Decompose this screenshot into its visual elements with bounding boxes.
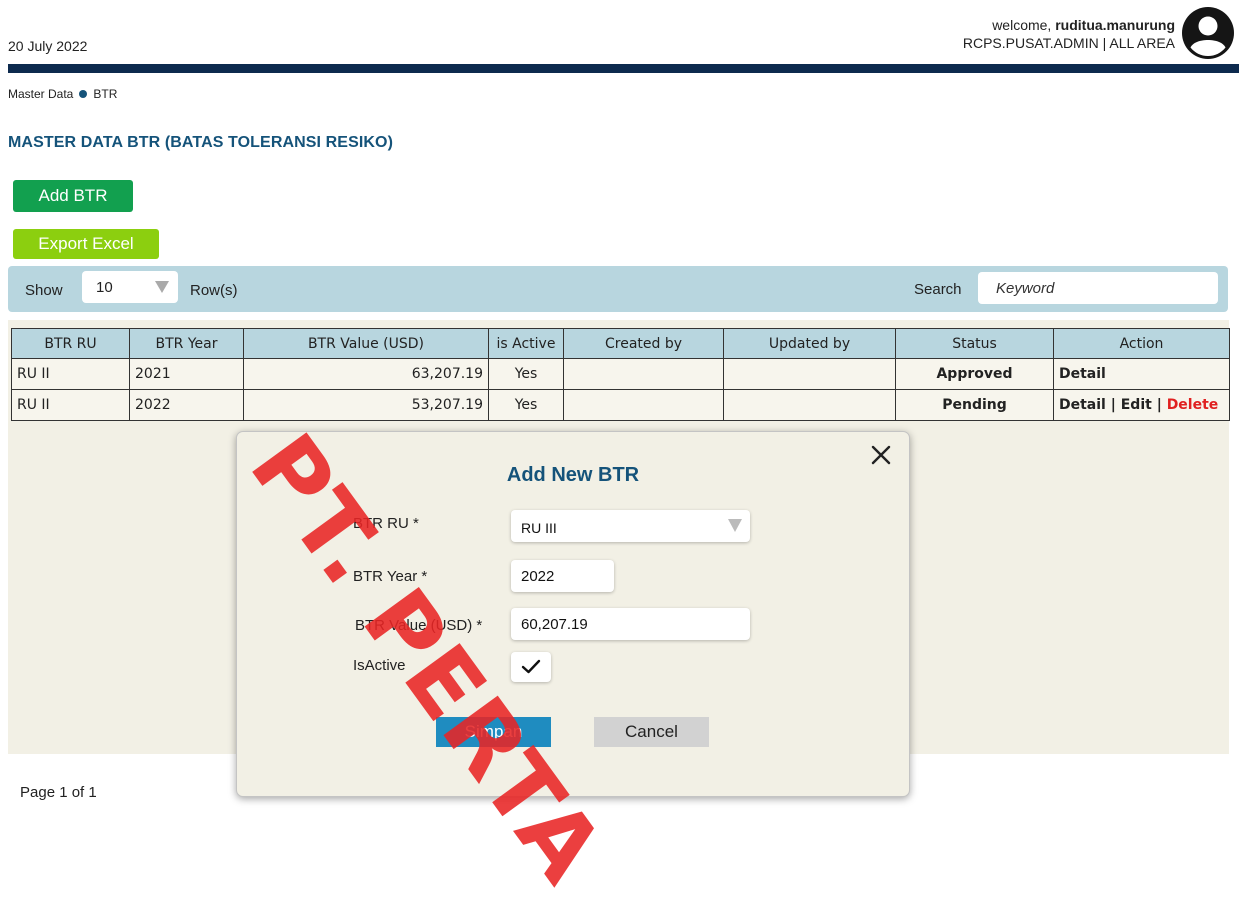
column-header-updated-by[interactable]: Updated by [723,328,896,359]
status-badge: Pending [895,389,1054,421]
detail-link[interactable]: Detail [1059,397,1106,413]
add-btr-modal: Add New BTR BTR RU * RU III BTR Year * B… [236,431,910,797]
page-title: MASTER DATA BTR (BATAS TOLERANSI RESIKO) [8,134,394,151]
cell-btr-value: 63,207.19 [243,358,489,390]
is-active-checkbox[interactable] [511,652,551,682]
cell-created-by [563,389,724,421]
user-role: RCPS.PUSAT.ADMIN | ALL AREA [962,35,1175,51]
column-header-action: Action [1053,328,1230,359]
export-excel-button[interactable]: Export Excel [13,229,159,259]
btr-table: BTR RU BTR Year BTR Value (USD) is Activ… [11,328,1230,421]
delete-link[interactable]: Delete [1167,397,1219,413]
rows-label: Row(s) [190,282,238,299]
welcome-text: welcome, [992,17,1052,33]
show-label: Show [25,282,63,299]
btr-ru-label: BTR RU * [353,515,419,532]
is-active-label: IsActive [353,657,406,674]
breadcrumb-separator-icon [79,90,88,98]
breadcrumb-root[interactable]: Master Data [8,87,73,101]
cell-updated-by [723,389,896,421]
action-separator: | [1156,397,1162,413]
btr-value-input[interactable] [511,608,750,640]
checkmark-icon [521,659,541,674]
cell-actions: Detail [1053,358,1230,390]
cell-btr-ru: RU II [11,358,130,390]
table-header-row: BTR RU BTR Year BTR Value (USD) is Activ… [11,328,1230,359]
current-date: 20 July 2022 [8,38,88,54]
column-header-is-active[interactable]: is Active [488,328,564,359]
cell-actions: Detail | Edit | Delete [1053,389,1230,421]
btr-year-input[interactable] [511,560,614,592]
btr-year-label: BTR Year * [353,568,428,585]
dropdown-arrow-icon [728,519,742,532]
username: ruditua.manurung [1055,17,1175,33]
column-header-status[interactable]: Status [895,328,1054,359]
action-separator: | [1110,397,1116,413]
header-bar [8,64,1239,73]
pagination-info: Page 1 of 1 [20,784,97,801]
close-icon[interactable] [870,444,892,466]
column-header-btr-ru[interactable]: BTR RU [11,328,130,359]
column-header-btr-year[interactable]: BTR Year [129,328,244,359]
cell-is-active: Yes [488,389,564,421]
cell-updated-by [723,358,896,390]
breadcrumb-current: BTR [93,87,118,101]
btr-value-label: BTR Value (USD) * [355,617,483,634]
modal-title: Add New BTR [506,464,640,486]
edit-link[interactable]: Edit [1121,397,1152,413]
table-toolbar: Show 10 Row(s) Search [8,266,1228,312]
save-button[interactable]: Simpan [436,717,551,747]
user-circle-icon[interactable] [1181,6,1235,60]
rows-per-page-value: 10 [96,279,113,296]
column-header-btr-value[interactable]: BTR Value (USD) [243,328,489,359]
table-row: RU II 2022 53,207.19 Yes Pending Detail … [11,389,1230,421]
rows-per-page-select[interactable]: 10 [82,271,178,303]
cell-btr-ru: RU II [11,389,130,421]
cell-btr-year: 2021 [129,358,244,390]
cancel-button[interactable]: Cancel [594,717,709,747]
breadcrumb: Master Data BTR [8,87,117,101]
add-btr-button[interactable]: Add BTR [13,180,133,212]
detail-link[interactable]: Detail [1059,366,1106,382]
btr-ru-value: RU III [521,520,557,536]
column-header-created-by[interactable]: Created by [563,328,724,359]
btr-ru-select[interactable]: RU III [511,510,750,542]
status-badge: Approved [895,358,1054,390]
user-info: welcome, ruditua.manurung RCPS.PUSAT.ADM… [963,16,1175,52]
cell-is-active: Yes [488,358,564,390]
table-row: RU II 2021 63,207.19 Yes Approved Detail [11,358,1230,390]
search-input[interactable] [978,272,1218,304]
dropdown-arrow-icon [155,281,169,293]
cell-btr-value: 53,207.19 [243,389,489,421]
search-label: Search [914,281,962,298]
cell-btr-year: 2022 [129,389,244,421]
cell-created-by [563,358,724,390]
